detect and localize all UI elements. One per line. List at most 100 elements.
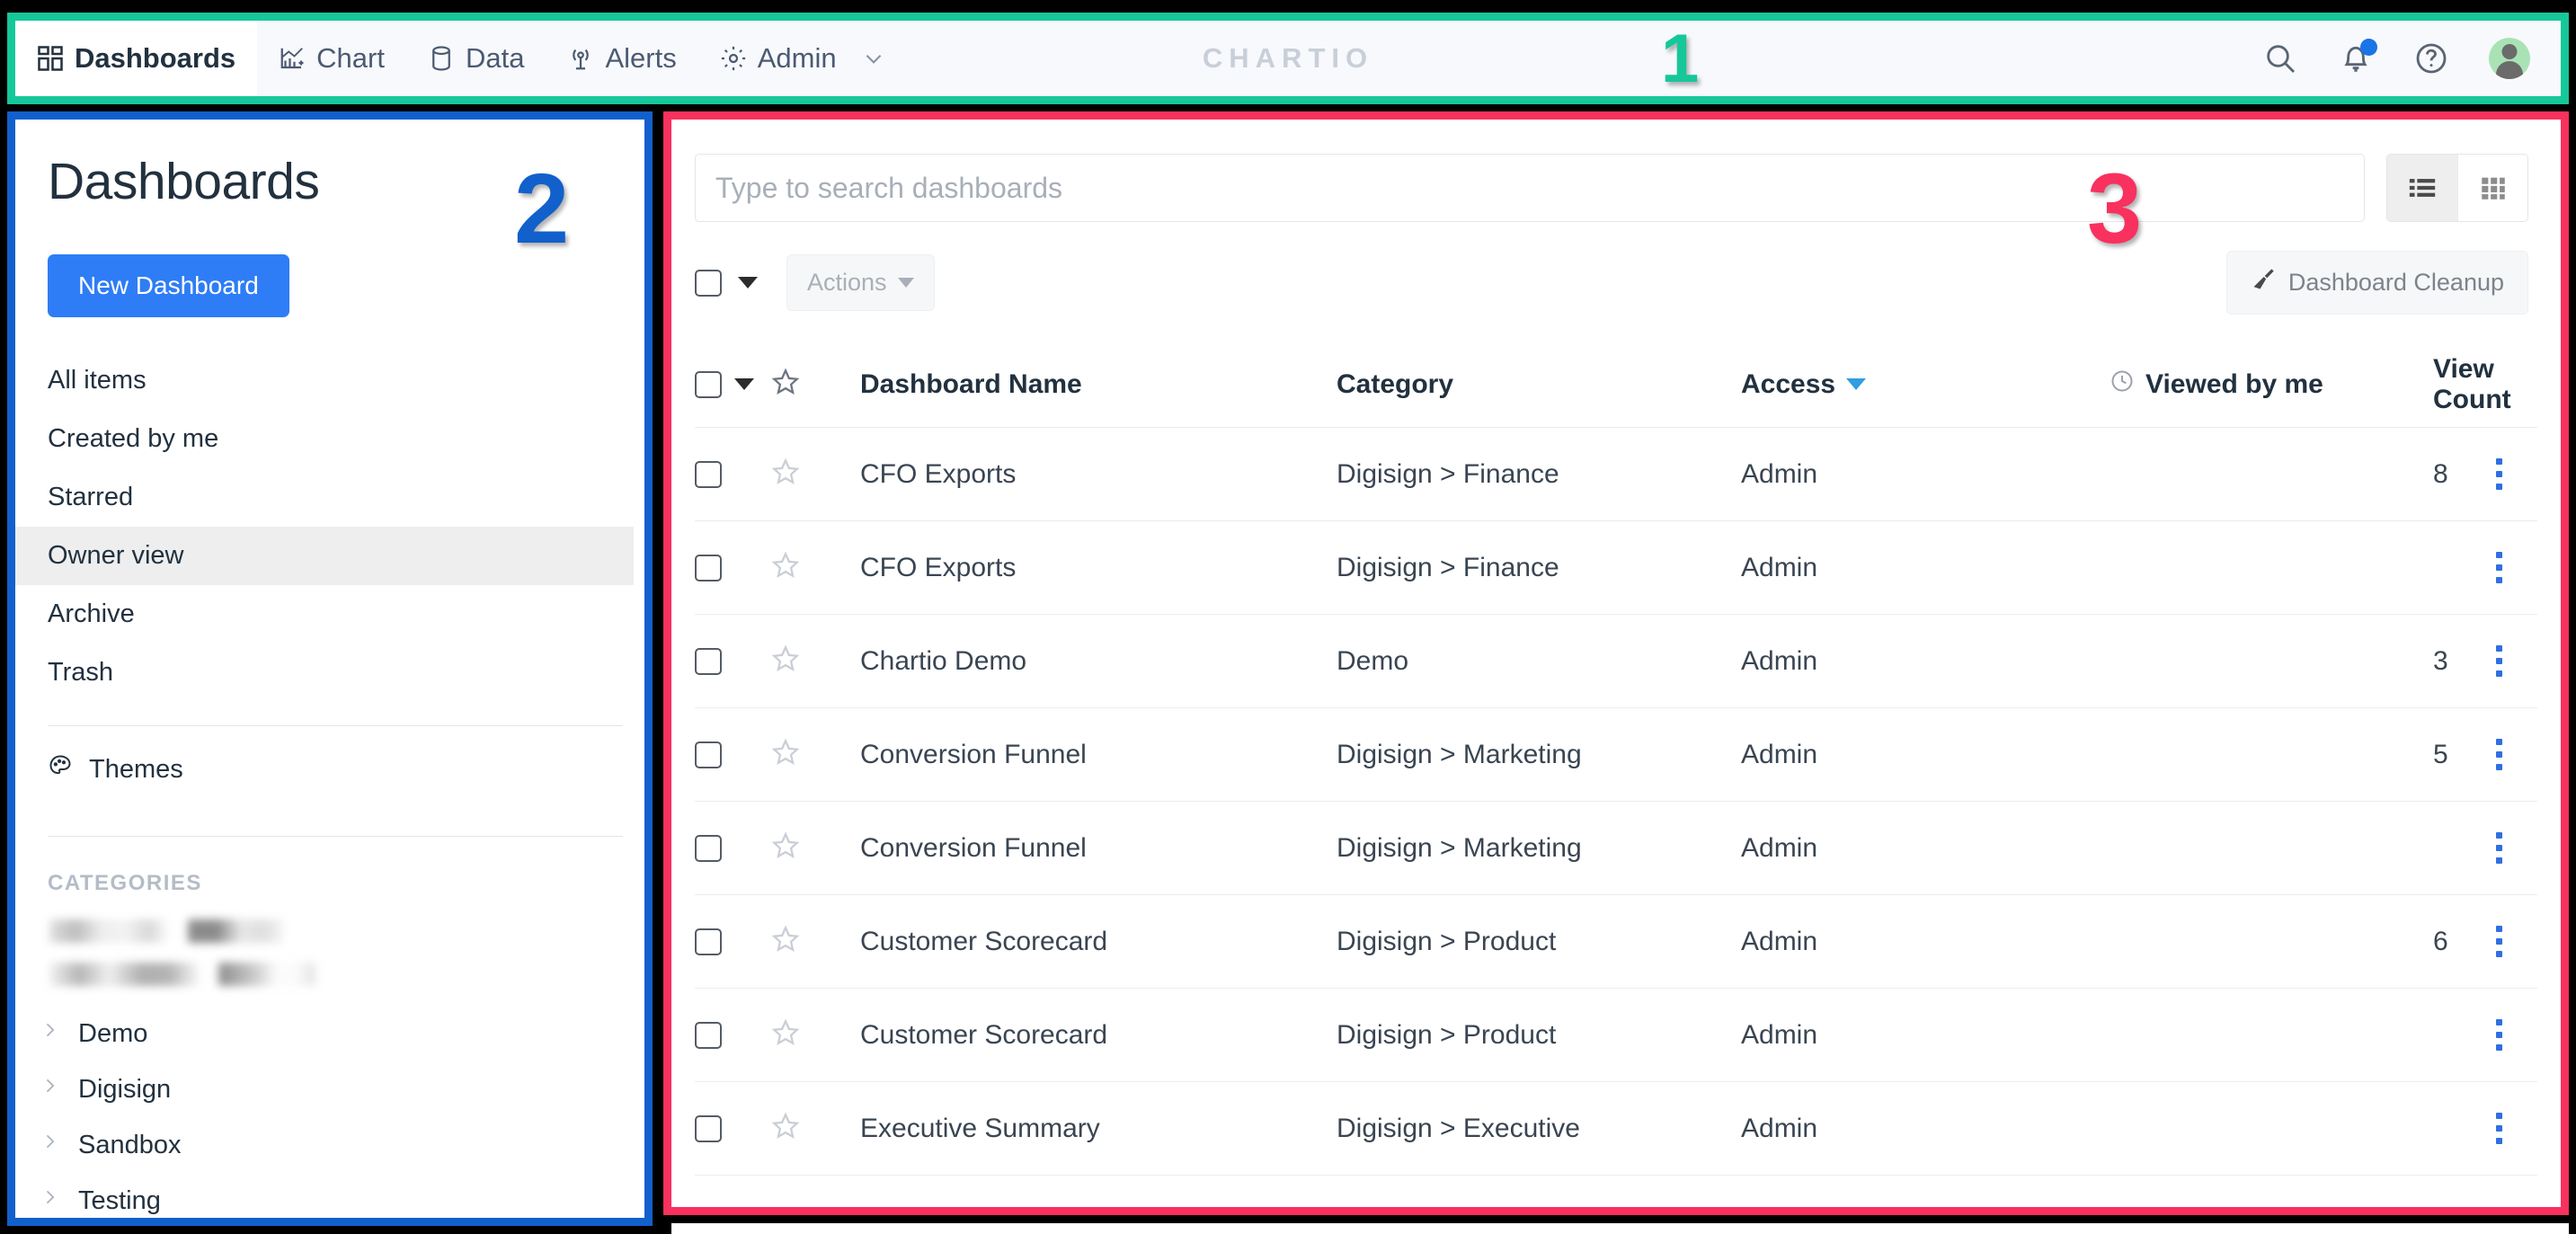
- help-question-icon[interactable]: [2413, 40, 2449, 76]
- table-row[interactable]: Conversion Funnel Digisign > Marketing Adm…: [695, 708, 2537, 802]
- chevron-right-icon[interactable]: [40, 1018, 58, 1049]
- table-row[interactable]: Executive Summary Digisign > Executive Adm…: [695, 1082, 2537, 1176]
- row-checkbox[interactable]: [695, 1021, 722, 1049]
- star-icon[interactable]: [770, 551, 801, 584]
- new-dashboard-button[interactable]: New Dashboard: [48, 254, 289, 317]
- nav-item-data[interactable]: Data: [406, 21, 546, 96]
- top-navigation-bar: Dashboards Chart Data Alerts Admin CHART…: [7, 13, 2569, 104]
- category-item-demo[interactable]: Demo: [15, 1006, 644, 1061]
- actions-dropdown-button[interactable]: Actions: [786, 254, 935, 311]
- cell-category: Demo: [1337, 645, 1409, 676]
- row-checkbox[interactable]: [695, 741, 722, 768]
- chevron-down-icon[interactable]: [862, 47, 885, 70]
- cell-dashboard-name[interactable]: Executive Summary: [860, 1114, 1337, 1144]
- table-row[interactable]: Growth Exports Digisign > Sales Admin 4: [671, 1223, 2569, 1234]
- avatar-body: [2496, 61, 2523, 79]
- cell-access: Admin: [1741, 1113, 1818, 1143]
- column-header-viewed-by-me[interactable]: Viewed by me: [2110, 368, 2433, 401]
- search-icon[interactable]: [2262, 40, 2298, 76]
- table-row[interactable]: CFO Exports Digisign > Finance Admin: [695, 521, 2537, 615]
- chevron-right-icon[interactable]: [40, 1130, 58, 1160]
- dashboard-cleanup-button[interactable]: Dashboard Cleanup: [2225, 251, 2528, 315]
- row-checkbox[interactable]: [695, 834, 722, 862]
- sidebar-item-all-items[interactable]: All items: [15, 351, 634, 410]
- cell-dashboard-name[interactable]: Customer Scorecard: [860, 1020, 1337, 1051]
- table-row[interactable]: Conversion Funnel Digisign > Marketing Adm…: [695, 802, 2537, 895]
- sidebar-item-archive[interactable]: Archive: [15, 585, 634, 644]
- bulk-select-checkbox[interactable]: [695, 269, 722, 297]
- row-checkbox[interactable]: [695, 1114, 722, 1142]
- column-header-view-count[interactable]: View Count: [2433, 354, 2511, 415]
- clipped-table-row[interactable]: Growth Exports Digisign > Sales Admin 4: [671, 1223, 2569, 1234]
- row-menu-kebab-icon[interactable]: [2491, 733, 2508, 776]
- cell-category: Digisign > Product: [1337, 1019, 1557, 1050]
- grid-view-button[interactable]: [2457, 155, 2527, 221]
- category-label: Testing: [78, 1185, 161, 1215]
- category-tree: Demo Digisign Sandbox Testing: [15, 1006, 644, 1218]
- category-item-testing[interactable]: Testing: [15, 1173, 644, 1218]
- nav-item-alerts[interactable]: Alerts: [546, 21, 697, 96]
- nav-item-admin[interactable]: Admin: [698, 21, 907, 96]
- nav-item-dashboards[interactable]: Dashboards: [15, 21, 258, 96]
- row-menu-kebab-icon[interactable]: [2491, 453, 2508, 495]
- star-icon[interactable]: [770, 1018, 801, 1052]
- notification-bell-icon[interactable]: [2338, 39, 2377, 76]
- category-label: Demo: [78, 1018, 148, 1048]
- cell-dashboard-name[interactable]: Conversion Funnel: [860, 833, 1337, 864]
- row-menu-kebab-icon[interactable]: [2491, 920, 2508, 963]
- sidebar-item-starred[interactable]: Starred: [15, 468, 634, 527]
- star-icon[interactable]: [770, 368, 801, 401]
- select-all-caret[interactable]: [734, 378, 754, 390]
- row-menu-kebab-icon[interactable]: [2491, 1014, 2508, 1056]
- star-icon[interactable]: [770, 1112, 801, 1145]
- category-item-digisign[interactable]: Digisign: [15, 1061, 644, 1117]
- sidebar-item-created-by-me[interactable]: Created by me: [15, 410, 634, 468]
- table-row[interactable]: Customer Scorecard Digisign > Product Admi…: [695, 895, 2537, 989]
- sidebar-item-trash[interactable]: Trash: [15, 644, 634, 702]
- star-icon[interactable]: [770, 457, 801, 491]
- cell-category: Digisign > Marketing: [1337, 832, 1582, 863]
- star-icon[interactable]: [770, 738, 801, 771]
- cell-dashboard-name[interactable]: Conversion Funnel: [860, 740, 1337, 770]
- cell-dashboard-name[interactable]: CFO Exports: [860, 553, 1337, 583]
- chevron-right-icon[interactable]: [40, 1185, 58, 1216]
- redacted-block: [49, 919, 168, 943]
- avatar[interactable]: [2489, 38, 2530, 79]
- row-menu-kebab-icon[interactable]: [2491, 827, 2508, 869]
- star-icon[interactable]: [770, 644, 801, 678]
- table-row[interactable]: Customer Scorecard Digisign > Product Admi…: [695, 989, 2537, 1082]
- search-input[interactable]: [695, 154, 2365, 222]
- cell-access: Admin: [1741, 926, 1818, 956]
- view-toggle: [2386, 154, 2528, 222]
- nav-item-chart[interactable]: Chart: [257, 21, 406, 96]
- column-header-category[interactable]: Category: [1337, 369, 1741, 400]
- row-checkbox[interactable]: [695, 554, 722, 581]
- cell-dashboard-name[interactable]: Chartio Demo: [860, 646, 1337, 677]
- row-checkbox[interactable]: [695, 928, 722, 955]
- row-menu-kebab-icon[interactable]: [2491, 1107, 2508, 1150]
- redacted-row: [49, 963, 644, 986]
- bulk-select-dropdown-caret[interactable]: [738, 277, 758, 289]
- chart-bar-icon: [279, 45, 306, 72]
- column-header-access[interactable]: Access: [1741, 369, 2110, 400]
- row-checkbox[interactable]: [695, 460, 722, 488]
- list-view-button[interactable]: [2387, 155, 2457, 221]
- row-menu-kebab-icon[interactable]: [2491, 640, 2508, 682]
- sidebar-item-themes[interactable]: Themes: [15, 726, 644, 812]
- cleanup-label: Dashboard Cleanup: [2287, 269, 2504, 296]
- sidebar-item-owner-view[interactable]: Owner view: [15, 527, 634, 585]
- table-row[interactable]: CFO Exports Digisign > Finance Admin 8: [695, 428, 2537, 521]
- sort-caret-icon[interactable]: [1846, 378, 1867, 390]
- cell-dashboard-name[interactable]: CFO Exports: [860, 459, 1337, 490]
- select-all-checkbox[interactable]: [695, 370, 722, 398]
- column-header-dashboard-name[interactable]: Dashboard Name: [860, 369, 1337, 400]
- table-header-row: Dashboard Name Category Access Viewed by…: [695, 342, 2537, 428]
- star-icon[interactable]: [770, 831, 801, 865]
- chevron-right-icon[interactable]: [40, 1074, 58, 1105]
- row-checkbox[interactable]: [695, 647, 722, 675]
- table-row[interactable]: Chartio Demo Demo Admin 3: [695, 615, 2537, 708]
- row-menu-kebab-icon[interactable]: [2491, 546, 2508, 589]
- category-item-sandbox[interactable]: Sandbox: [15, 1117, 644, 1173]
- star-icon[interactable]: [770, 925, 801, 958]
- cell-dashboard-name[interactable]: Customer Scorecard: [860, 927, 1337, 957]
